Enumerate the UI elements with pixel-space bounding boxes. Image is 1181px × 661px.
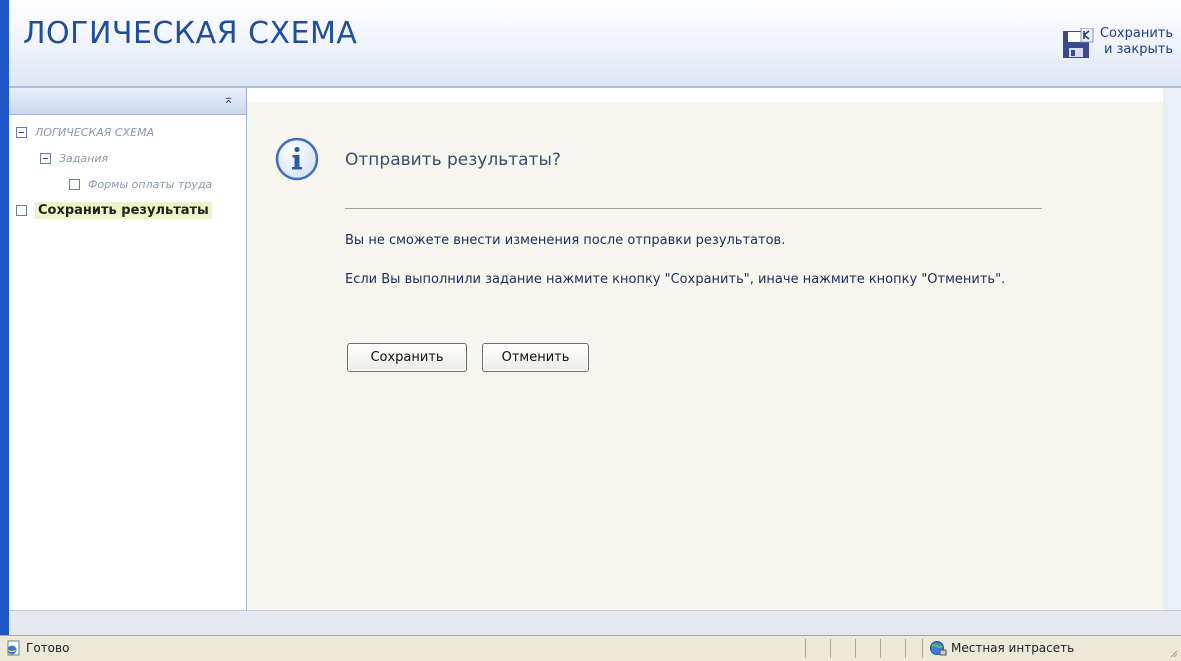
status-separator: [880, 639, 881, 658]
window-left-border: [0, 0, 9, 635]
status-separator: [855, 639, 856, 658]
tree-leaf-icon: [16, 205, 27, 216]
dialog-title: Отправить результаты?: [345, 150, 561, 170]
page-title: ЛОГИЧЕСКАЯ СХЕМА: [23, 16, 358, 51]
status-text: Готово: [26, 641, 70, 655]
tree-item-label: Сохранить результаты: [35, 202, 212, 219]
divider: [345, 208, 1042, 209]
collapse-panel-icon[interactable]: ⌅: [223, 92, 234, 107]
cancel-button[interactable]: Отменить: [482, 343, 589, 372]
status-left: Готово: [6, 640, 69, 656]
dialog-message-instruction: Если Вы выполнили задание нажмите кнопку…: [345, 272, 1006, 287]
content-top-strip: [247, 88, 1163, 102]
save-and-close-line2: и закрыть: [1103, 42, 1173, 57]
content-bottom-strip: [9, 610, 1181, 636]
sidebar-toolbar: ⌅: [9, 88, 246, 115]
tree-collapse-icon[interactable]: [16, 127, 27, 138]
status-separator: [805, 639, 806, 658]
tree-item-logical-scheme[interactable]: ЛОГИЧЕСКАЯ СХЕМА: [16, 126, 154, 139]
info-icon: [275, 137, 319, 181]
navigation-tree-panel: ⌅ ЛОГИЧЕСКАЯ СХЕМА Задания Формы оплаты …: [9, 88, 247, 610]
floppy-disk-icon: [1062, 28, 1094, 58]
tree-item-tasks[interactable]: Задания: [40, 152, 108, 165]
zone-text: Местная интрасеть: [951, 641, 1075, 655]
page-done-icon: [7, 640, 20, 656]
status-separator: [922, 639, 923, 658]
save-button[interactable]: Сохранить: [347, 343, 467, 372]
security-zone[interactable]: Местная интрасеть: [929, 640, 1074, 656]
dialog-panel: Отправить результаты? Вы не сможете внес…: [247, 88, 1163, 610]
tree-leaf-icon: [69, 179, 80, 190]
status-separator: [905, 639, 906, 658]
tree-item-payment-forms[interactable]: Формы оплаты труда: [69, 178, 212, 191]
tree-item-label: Формы оплаты труда: [88, 178, 213, 191]
resize-grip-icon[interactable]: [1168, 648, 1178, 658]
status-separator: [830, 639, 831, 658]
save-and-close-label: Сохранить и закрыть: [1100, 26, 1173, 58]
intranet-globe-icon: [930, 641, 947, 656]
save-and-close-button[interactable]: Сохранить и закрыть: [1062, 26, 1173, 60]
tree-item-label: Задания: [59, 152, 109, 165]
app-window: ЛОГИЧЕСКАЯ СХЕМА Сохранить и закрыть ⌅ Л…: [0, 0, 1181, 661]
right-gutter: [1163, 88, 1181, 610]
header: ЛОГИЧЕСКАЯ СХЕМА Сохранить и закрыть: [9, 0, 1181, 88]
save-and-close-line1: Сохранить: [1099, 26, 1173, 41]
tree-collapse-icon[interactable]: [40, 153, 51, 164]
dialog-message-warning: Вы не сможете внести изменения после отп…: [345, 233, 786, 248]
tree-item-label: ЛОГИЧЕСКАЯ СХЕМА: [35, 126, 155, 139]
tree-item-save-results[interactable]: Сохранить результаты: [16, 202, 212, 219]
status-bar: Готово Местная интрасеть: [0, 635, 1181, 661]
